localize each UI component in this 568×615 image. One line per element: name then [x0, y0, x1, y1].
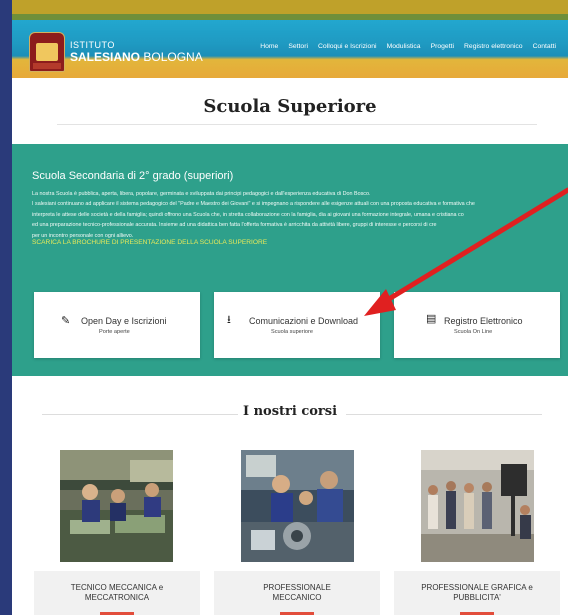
course-photo-meccatronica[interactable] — [60, 450, 173, 562]
logo-text-istituto: ISTITUTO — [70, 40, 115, 50]
nav-home[interactable]: Home — [260, 43, 278, 50]
download-icon: ⭳ — [227, 314, 231, 326]
card-sublabel: Scuola superiore — [271, 329, 313, 335]
title-divider — [57, 124, 537, 125]
card-open-day[interactable]: ✎ Open Day e Iscrizioni Porte aperte — [34, 292, 200, 358]
pencil-icon: ✎ — [61, 315, 71, 327]
course-card-meccanico[interactable]: PROFESSIONALE MECCANICO — [214, 571, 380, 615]
school-crest-logo[interactable] — [29, 32, 65, 72]
browser-viewport: ISTITUTO SALESIANO BOLOGNA Home Settori … — [12, 0, 568, 615]
card-label: Comunicazioni e Download — [249, 316, 359, 326]
page-title: Scuola Superiore — [203, 96, 377, 117]
course-title-line: PUBBLICITA' — [453, 593, 501, 602]
nav-registro-elettronico[interactable]: Registro elettronico — [464, 43, 523, 50]
nav-settori[interactable]: Settori — [288, 43, 308, 50]
card-label: Registro Elettronico — [444, 316, 523, 326]
course-title: TECNICO MECCANICA e MECCATRONICA — [34, 583, 200, 603]
course-title-line: PROFESSIONALE — [263, 583, 331, 592]
nav-modulistica[interactable]: Modulistica — [387, 43, 421, 50]
courses-heading: I nostri corsi — [242, 404, 338, 419]
logo-text-bologna: BOLOGNA — [143, 50, 203, 64]
nav-contatti[interactable]: Contatti — [533, 43, 556, 50]
course-photo-meccanico[interactable] — [241, 450, 354, 562]
card-sublabel: Porte aperte — [99, 329, 130, 335]
top-stripe — [12, 0, 568, 14]
course-title: PROFESSIONALE MECCANICO — [214, 583, 380, 603]
card-registro-elettronico[interactable]: ▤ Registro Elettronico Scuola On Line — [394, 292, 560, 358]
intro-heading: Scuola Secondaria di 2° grado (superiori… — [32, 170, 234, 182]
course-title: PROFESSIONALE GRAFICA e PUBBLICITA' — [394, 583, 560, 603]
intro-line: ed una preparazione tecnico-professional… — [32, 222, 437, 229]
brochure-download-link[interactable]: SCARICA LA BROCHURE DI PRESENTAZIONE DEL… — [32, 239, 267, 246]
course-title-line: MECCATRONICA — [84, 593, 150, 602]
course-title-line: PROFESSIONALE GRAFICA e — [421, 583, 533, 592]
main-nav: Home Settori Colloqui e Iscrizioni Modul… — [260, 43, 556, 50]
intro-line: interpreta le attese delle società e del… — [32, 211, 464, 218]
course-card-meccatronica[interactable]: TECNICO MECCANICA e MECCATRONICA — [34, 571, 200, 615]
site-header: ISTITUTO SALESIANO BOLOGNA Home Settori … — [12, 20, 568, 78]
nav-progetti[interactable]: Progetti — [431, 43, 454, 50]
course-photo-grafica[interactable] — [421, 450, 534, 562]
course-title-line: MECCANICO — [272, 593, 322, 602]
crest-base — [33, 63, 61, 69]
document-icon: ▤ — [426, 313, 437, 325]
intro-line: La nostra Scuola è pubblica, aperta, lib… — [32, 191, 371, 197]
card-comunicazioni-download[interactable]: ⭳ Comunicazioni e Download Scuola superi… — [214, 292, 380, 358]
nav-colloqui-iscrizioni[interactable]: Colloqui e Iscrizioni — [318, 43, 377, 50]
card-label: Open Day e Iscrizioni — [81, 316, 167, 326]
logo-text-name[interactable]: SALESIANO BOLOGNA — [70, 50, 203, 64]
intro-line: I salesiani continuano ad applicare il s… — [32, 201, 475, 208]
logo-text-salesiano: SALESIANO — [70, 50, 141, 64]
crest-emblem — [36, 43, 58, 61]
intro-text: La nostra Scuola è pubblica, aperta, lib… — [32, 189, 562, 241]
course-title-line: TECNICO MECCANICA e — [70, 583, 164, 592]
card-sublabel: Scuola On Line — [454, 329, 493, 335]
intro-section: Scuola Secondaria di 2° grado (superiori… — [12, 144, 568, 376]
course-card-grafica[interactable]: PROFESSIONALE GRAFICA e PUBBLICITA' — [394, 571, 560, 615]
